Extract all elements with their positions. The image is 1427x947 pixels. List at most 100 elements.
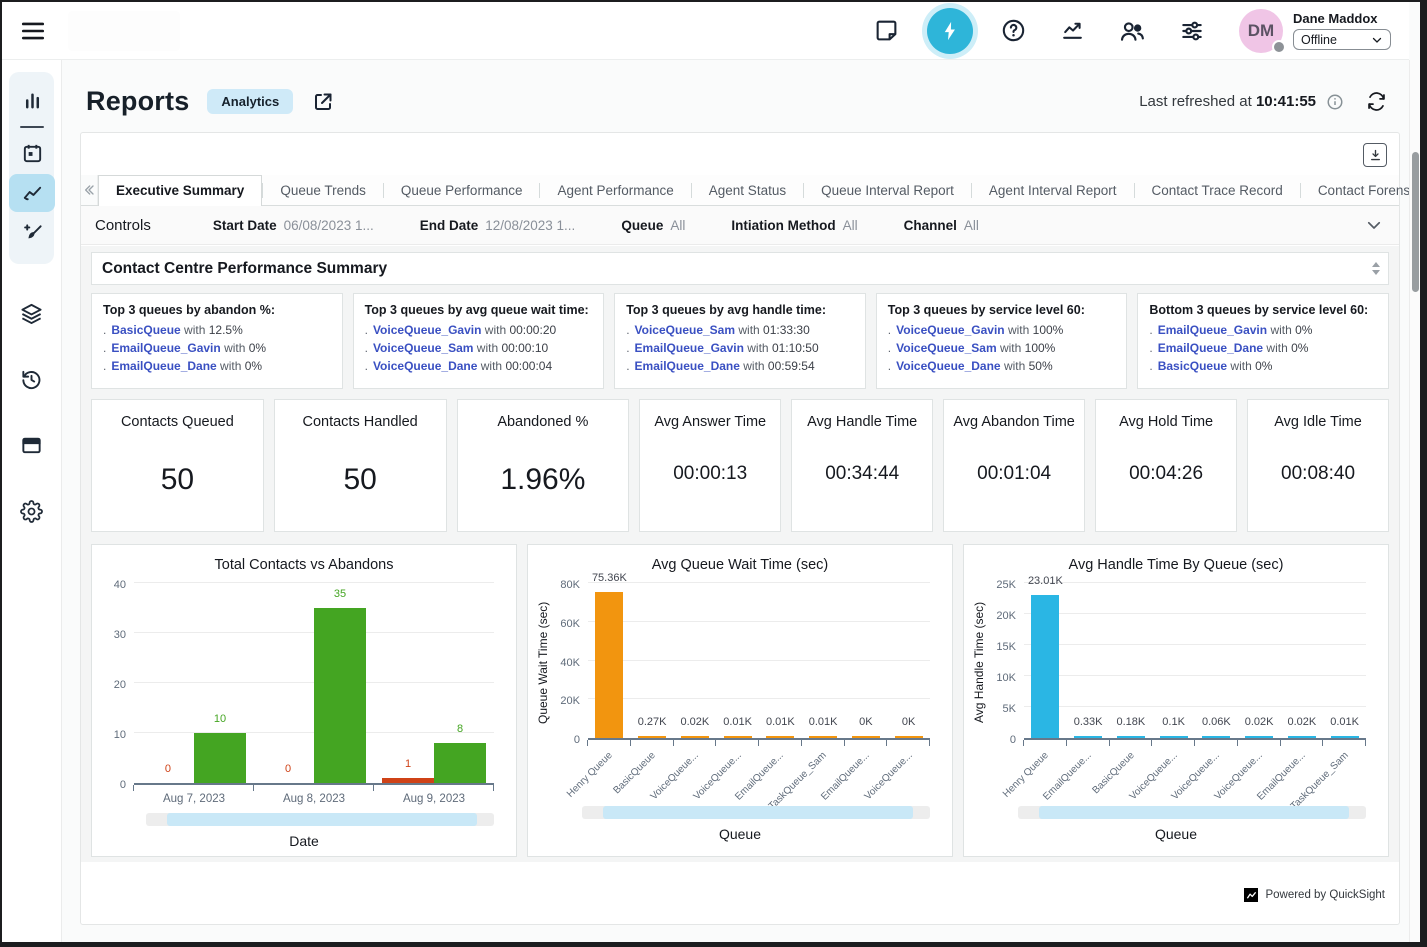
bar-voicequeue[interactable] xyxy=(724,736,752,738)
sidebar-item-reports[interactable] xyxy=(9,174,55,212)
brush-icon xyxy=(21,222,44,245)
queue-link[interactable]: EmailQueue_Dane xyxy=(635,359,740,373)
queue-link[interactable]: EmailQueue_Dane xyxy=(111,359,216,373)
queue-link[interactable]: EmailQueue_Gavin xyxy=(1158,323,1267,337)
filters: Start Date06/08/2023 1... End Date12/08/2… xyxy=(213,218,979,233)
bar-voicequeue[interactable] xyxy=(1245,736,1273,738)
tab-agent-status[interactable]: Agent Status xyxy=(692,175,803,205)
bar-voicequeue[interactable] xyxy=(1202,736,1230,738)
insight-line: .EmailQueue_Dane with 0% xyxy=(103,359,331,373)
x-tick-mark xyxy=(1280,740,1281,746)
charts-row: Total Contacts vs Abandons 010203040010A… xyxy=(91,544,1389,857)
x-category-label: Aug 9, 2023 xyxy=(374,793,494,805)
sidebar-item-settings[interactable] xyxy=(9,492,55,530)
queue-link[interactable]: EmailQueue_Dane xyxy=(1158,341,1263,355)
bar-voicequeue[interactable] xyxy=(681,736,709,738)
gridline xyxy=(134,582,494,583)
sidebar-item-schedule[interactable] xyxy=(9,134,55,172)
settings-sliders-icon[interactable] xyxy=(1179,18,1205,44)
insight-line: .VoiceQueue_Sam with 01:33:30 xyxy=(626,323,854,337)
queue-link[interactable]: EmailQueue_Gavin xyxy=(111,341,220,355)
controls-collapse-icon[interactable] xyxy=(1365,216,1383,234)
bar-contacts-aug-8-2023[interactable] xyxy=(314,608,366,783)
sidebar-item-window[interactable] xyxy=(9,426,55,464)
bar-basicqueue[interactable] xyxy=(638,736,666,738)
chart-scrollbar-thumb[interactable] xyxy=(1039,806,1349,819)
filter-value: All xyxy=(843,218,858,233)
bar-value-label: 10 xyxy=(194,713,246,725)
summary-title: Contact Centre Performance Summary xyxy=(102,260,387,278)
control-start-date[interactable]: Start Date06/08/2023 1... xyxy=(213,218,374,233)
chart-scrollbar-thumb[interactable] xyxy=(603,806,913,819)
tabs-scroll-left[interactable] xyxy=(81,175,98,205)
bar-voicequeue[interactable] xyxy=(895,736,923,738)
filter-value: All xyxy=(670,218,685,233)
control-end-date[interactable]: End Date12/08/2023 1... xyxy=(420,218,576,233)
hamburger-menu-icon[interactable] xyxy=(20,18,46,44)
download-icon[interactable] xyxy=(1363,143,1387,167)
controls-label: Controls xyxy=(95,217,151,234)
bar-emailqueue[interactable] xyxy=(1074,736,1102,738)
quick-actions-button[interactable] xyxy=(927,8,973,54)
external-link-icon[interactable] xyxy=(311,90,335,114)
x-tick-mark xyxy=(1365,740,1366,746)
tab-executive-summary[interactable]: Executive Summary xyxy=(98,175,262,206)
sidebar-item-metrics[interactable] xyxy=(9,82,55,120)
window-icon xyxy=(20,434,43,457)
help-icon[interactable] xyxy=(1001,18,1026,43)
tab-queue-trends[interactable]: Queue Trends xyxy=(263,175,383,205)
queue-link[interactable]: VoiceQueue_Dane xyxy=(373,359,477,373)
kpi-label: Avg Abandon Time xyxy=(944,414,1084,430)
bullet: . xyxy=(888,323,891,337)
queue-link[interactable]: VoiceQueue_Gavin xyxy=(896,323,1005,337)
bar-emailqueue[interactable] xyxy=(766,736,794,738)
conjunction: with xyxy=(1005,323,1033,337)
bar-taskqueue-sam[interactable] xyxy=(1331,736,1359,738)
control-intiation-method[interactable]: Intiation MethodAll xyxy=(731,218,857,233)
plot-area: 010Aug 7, 2023035Aug 8, 202318Aug 9, 202… xyxy=(134,585,494,785)
bar-emailqueue[interactable] xyxy=(852,736,880,738)
tab-queue-performance[interactable]: Queue Performance xyxy=(384,175,540,205)
analytics-icon[interactable] xyxy=(1060,18,1085,43)
avatar[interactable]: DM xyxy=(1239,9,1283,53)
bar-value-label: 1 xyxy=(382,758,434,770)
tab-contact-trace-record[interactable]: Contact Trace Record xyxy=(1135,175,1300,205)
queue-link[interactable]: VoiceQueue_Sam xyxy=(635,323,736,337)
bar-abandons-aug-9-2023[interactable] xyxy=(382,778,434,783)
control-queue[interactable]: QueueAll xyxy=(621,218,685,233)
queue-link[interactable]: VoiceQueue_Dane xyxy=(896,359,1000,373)
refresh-icon[interactable] xyxy=(1366,91,1387,112)
page-scrollbar-thumb[interactable] xyxy=(1412,152,1419,292)
conjunction: with xyxy=(1227,359,1255,373)
widget-resize-control[interactable] xyxy=(1372,262,1380,275)
bar-emailqueue[interactable] xyxy=(1288,736,1316,738)
status-select[interactable]: Offline xyxy=(1293,29,1391,50)
bar-voicequeue[interactable] xyxy=(1160,736,1188,738)
bar-contacts-aug-7-2023[interactable] xyxy=(194,733,246,783)
kpi-contacts-handled: Contacts Handled50 xyxy=(274,399,447,532)
tab-agent-interval-report[interactable]: Agent Interval Report xyxy=(972,175,1134,205)
app-window: DM Dane Maddox Offline xyxy=(0,0,1427,947)
people-icon[interactable] xyxy=(1119,18,1145,44)
sidebar-item-customize[interactable] xyxy=(9,214,55,252)
control-channel[interactable]: ChannelAll xyxy=(904,218,979,233)
bar-taskqueue-sam[interactable] xyxy=(809,736,837,738)
bar-basicqueue[interactable] xyxy=(1117,736,1145,738)
queue-link[interactable]: BasicQueue xyxy=(1158,359,1227,373)
insight-line: .EmailQueue_Gavin with 01:10:50 xyxy=(626,341,854,355)
queue-link[interactable]: BasicQueue xyxy=(111,323,180,337)
queue-link[interactable]: VoiceQueue_Gavin xyxy=(373,323,482,337)
queue-link[interactable]: EmailQueue_Gavin xyxy=(635,341,744,355)
queue-link[interactable]: VoiceQueue_Sam xyxy=(373,341,474,355)
tab-agent-performance[interactable]: Agent Performance xyxy=(540,175,690,205)
queue-link[interactable]: VoiceQueue_Sam xyxy=(896,341,997,355)
info-icon[interactable] xyxy=(1326,93,1344,111)
chart-scrollbar-thumb[interactable] xyxy=(167,813,477,826)
tab-queue-interval-report[interactable]: Queue Interval Report xyxy=(804,175,971,205)
bar-value-label: 75.36K xyxy=(577,572,641,584)
bar-contacts-aug-9-2023[interactable] xyxy=(434,743,486,783)
kpi-cards-row: Contacts Queued50Contacts Handled50Aband… xyxy=(91,399,1389,532)
sidebar-item-history[interactable] xyxy=(9,360,55,398)
note-icon[interactable] xyxy=(874,18,899,43)
sidebar-item-layers[interactable] xyxy=(9,294,55,332)
